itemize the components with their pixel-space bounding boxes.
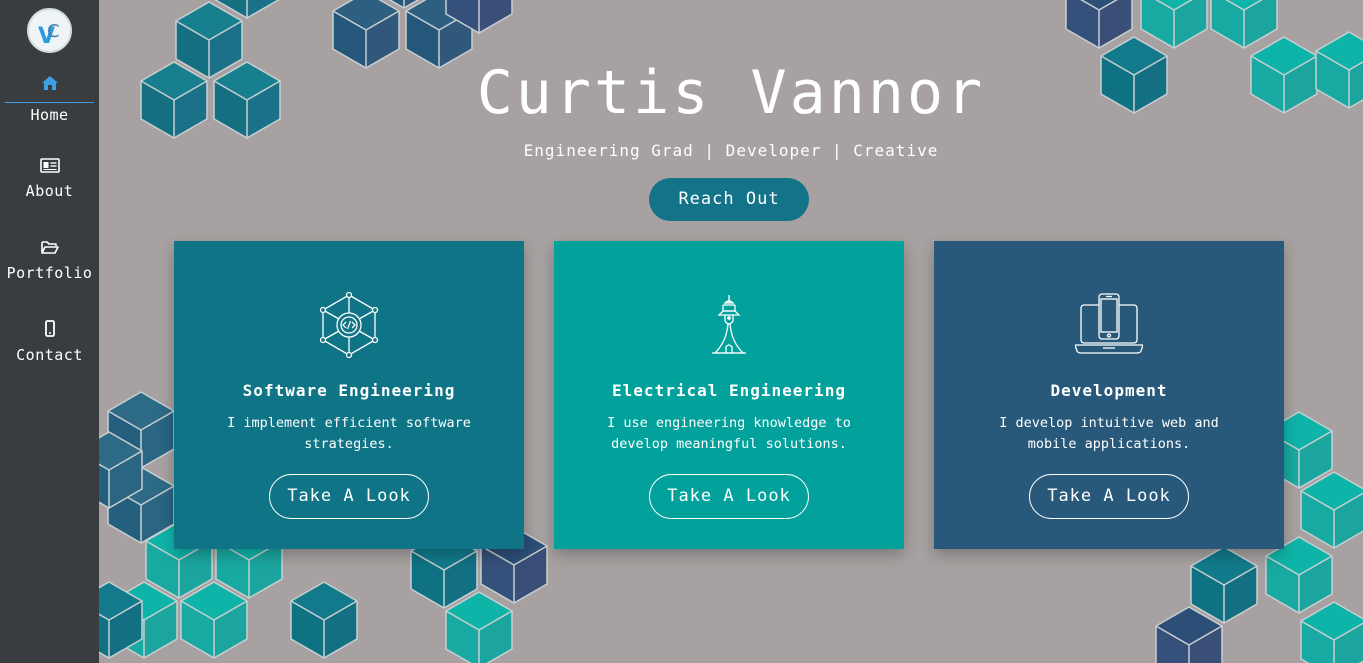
logo[interactable]: V C	[27, 8, 72, 53]
nav-label-portfolio: Portfolio	[6, 264, 93, 282]
card-title: Software Engineering	[242, 381, 456, 400]
nav-item-about[interactable]: About	[0, 156, 99, 200]
id-card-icon	[39, 158, 60, 173]
mobile-phone-icon	[44, 320, 55, 337]
svg-text:C: C	[47, 21, 60, 42]
tower-icon	[712, 295, 746, 354]
hero-subtitle: Engineering Grad | Developer | Creative	[523, 141, 939, 160]
vc-logo-icon: V C	[38, 21, 60, 49]
card-title: Development	[1050, 381, 1168, 400]
code-network-icon	[319, 291, 379, 359]
card-electrical-engineering: Electrical Engineering I use engineering…	[554, 241, 904, 549]
nav-label-home: Home	[30, 106, 69, 124]
nav-item-contact[interactable]: Contact	[0, 320, 99, 364]
take-a-look-button[interactable]: Take A Look	[269, 474, 429, 519]
nav-label-contact: Contact	[16, 346, 83, 364]
nav-item-portfolio[interactable]: Portfolio	[0, 238, 99, 282]
nav-item-home[interactable]: Home	[0, 74, 99, 124]
card-title: Electrical Engineering	[612, 381, 846, 400]
hero-name: Curtis Vannor	[476, 58, 986, 128]
card-description: I implement efficient software strategie…	[227, 415, 471, 452]
nav-label-about: About	[25, 182, 74, 200]
reach-out-button[interactable]: Reach Out	[649, 178, 809, 221]
folder-open-icon	[40, 241, 59, 254]
take-a-look-button[interactable]: Take A Look	[1029, 474, 1189, 519]
take-a-look-button[interactable]: Take A Look	[649, 474, 809, 519]
card-description: I develop intuitive web and mobile appli…	[999, 415, 1219, 452]
active-indicator	[5, 102, 94, 103]
card-description: I use engineering knowledge to develop m…	[607, 415, 851, 452]
laptop-phone-icon	[1075, 293, 1143, 354]
home-icon	[41, 76, 58, 90]
sidebar: V C Home About Portfolio Contact	[0, 0, 99, 663]
card-software-engineering: Software Engineering I implement efficie…	[174, 241, 524, 549]
card-development: Development I develop intuitive web and …	[934, 241, 1284, 549]
